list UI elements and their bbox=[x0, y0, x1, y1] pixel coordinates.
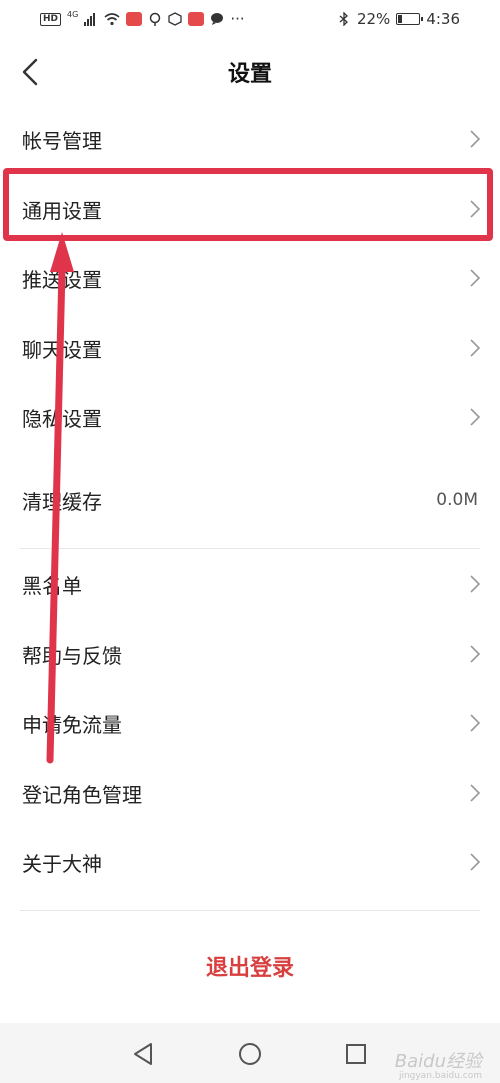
nav-recents-icon[interactable] bbox=[343, 1041, 369, 1067]
signal-icon bbox=[84, 13, 96, 26]
status-bar: HD 4G ··· 22% 4:36 bbox=[0, 0, 500, 40]
watermark-url: jingyan.baidu.com bbox=[398, 1071, 482, 1081]
logout-button[interactable]: 退出登录 bbox=[0, 946, 500, 992]
menu-item-label: 登记角色管理 bbox=[22, 782, 142, 807]
chevron-right-icon bbox=[470, 645, 481, 663]
menu-item-label: 申请免流量 bbox=[22, 712, 122, 737]
network-type: 4G bbox=[67, 9, 79, 19]
system-nav-bar: Baidu经验 jingyan.baidu.com bbox=[0, 1023, 500, 1083]
menu-item-blacklist[interactable]: 黑名单 bbox=[0, 549, 500, 619]
menu-item-privacy[interactable]: 隐私设置 bbox=[0, 382, 500, 452]
location-icon bbox=[150, 12, 161, 26]
menu-item-role-management[interactable]: 登记角色管理 bbox=[0, 758, 500, 828]
menu-item-about[interactable]: 关于大神 bbox=[0, 827, 500, 897]
menu-item-chat[interactable]: 聊天设置 bbox=[0, 313, 500, 383]
highlight-box bbox=[3, 168, 493, 241]
menu-item-clear-cache[interactable]: 清理缓存 0.0M bbox=[0, 465, 500, 535]
chevron-right-icon bbox=[470, 575, 481, 593]
menu-item-push[interactable]: 推送设置 bbox=[0, 243, 500, 313]
chevron-right-icon bbox=[470, 339, 481, 357]
wifi-icon bbox=[104, 13, 120, 26]
menu-item-free-data[interactable]: 申请免流量 bbox=[0, 688, 500, 758]
cache-size-value: 0.0M bbox=[436, 490, 478, 510]
section-divider bbox=[20, 910, 480, 911]
menu-item-label: 关于大神 bbox=[22, 851, 102, 876]
bluetooth-icon bbox=[339, 12, 348, 26]
header: 设置 bbox=[0, 40, 500, 104]
status-bar-left: HD 4G ··· bbox=[40, 10, 245, 28]
battery-percent: 22% bbox=[356, 10, 391, 28]
chevron-right-icon bbox=[470, 408, 481, 426]
message-icon bbox=[211, 13, 224, 25]
calendar-app-icon bbox=[126, 12, 143, 26]
page-title: 设置 bbox=[227, 62, 272, 87]
chevron-right-icon bbox=[470, 784, 481, 802]
menu-item-label: 清理缓存 bbox=[22, 489, 102, 514]
more-notifications-icon: ··· bbox=[230, 10, 245, 28]
battery-icon bbox=[396, 13, 424, 25]
hd-indicator: HD bbox=[40, 12, 62, 26]
chevron-right-icon bbox=[470, 853, 481, 871]
chevron-right-icon bbox=[470, 714, 481, 732]
battery-fill bbox=[398, 15, 403, 23]
menu-item-label: 隐私设置 bbox=[22, 406, 102, 431]
watermark-brand: Baidu经验 bbox=[394, 1051, 482, 1072]
nav-back-icon[interactable] bbox=[131, 1041, 157, 1067]
menu-item-label: 帮助与反馈 bbox=[22, 643, 122, 668]
chevron-right-icon bbox=[470, 269, 481, 287]
menu-item-help-feedback[interactable]: 帮助与反馈 bbox=[0, 619, 500, 689]
menu-item-account[interactable]: 帐号管理 bbox=[0, 104, 500, 174]
chevron-right-icon bbox=[470, 130, 481, 148]
menu-item-label: 推送设置 bbox=[22, 267, 102, 292]
status-bar-right: 22% 4:36 bbox=[337, 10, 460, 28]
menu-item-label: 黑名单 bbox=[22, 573, 82, 598]
hexagon-app-icon bbox=[168, 12, 182, 26]
menu-item-label: 帐号管理 bbox=[22, 128, 102, 153]
clock: 4:36 bbox=[426, 10, 460, 28]
nav-home-icon[interactable] bbox=[237, 1041, 263, 1067]
menu-item-label: 聊天设置 bbox=[22, 337, 102, 362]
game-app-icon bbox=[188, 12, 205, 26]
